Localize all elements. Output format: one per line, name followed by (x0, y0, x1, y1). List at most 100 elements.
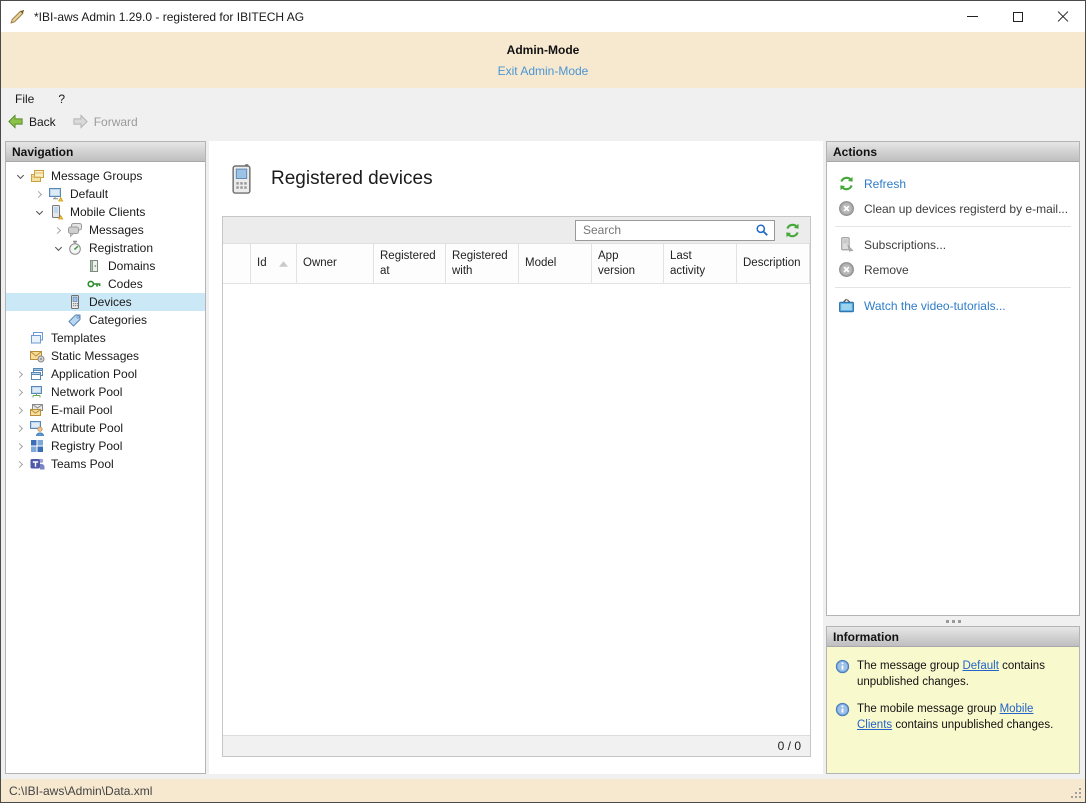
information-list: The message group Default contains unpub… (827, 647, 1079, 773)
back-button[interactable]: Back (7, 113, 56, 130)
minimize-button[interactable] (950, 1, 995, 32)
column-header-registered-at[interactable]: Registered at (374, 244, 446, 283)
application-pool-icon (29, 366, 45, 382)
info-icon (835, 702, 850, 717)
tree-item-domains[interactable]: Domains (6, 257, 205, 275)
tree-item-label: Mobile Clients (70, 205, 145, 219)
tree-item-templates[interactable]: Templates (6, 329, 205, 347)
tree-item-label: Default (70, 187, 108, 201)
expander-collapsed-icon[interactable] (12, 420, 29, 436)
menu-file[interactable]: File (15, 92, 34, 106)
registry-pool-icon (29, 438, 45, 454)
column-header-description[interactable]: Description (737, 244, 810, 283)
back-label: Back (29, 115, 56, 129)
forward-label: Forward (94, 115, 138, 129)
exit-admin-mode-link[interactable]: Exit Admin-Mode (1, 64, 1085, 78)
tree-item-static-messages[interactable]: Static Messages (6, 347, 205, 365)
expander-collapsed-icon[interactable] (12, 384, 29, 400)
subscriptions-icon (838, 236, 855, 253)
search-input[interactable] (576, 223, 755, 237)
actions-panel-header: Actions (827, 142, 1079, 162)
tree-item-message-groups[interactable]: Message Groups (6, 167, 205, 185)
video-tutorials-icon (838, 297, 855, 314)
tree-item-label: Network Pool (51, 385, 122, 399)
tree-item-application-pool[interactable]: Application Pool (6, 365, 205, 383)
expander-collapsed-icon[interactable] (50, 222, 67, 238)
tree-item-label: Static Messages (51, 349, 139, 363)
column-header-model[interactable]: Model (519, 244, 592, 283)
back-arrow-icon (7, 113, 24, 130)
information-item: The message group Default contains unpub… (835, 658, 1071, 690)
tree-item-registry-pool[interactable]: Registry Pool (6, 437, 205, 455)
remove-circle-icon (838, 200, 855, 217)
right-column: Actions RefreshClean up devices register… (826, 141, 1080, 774)
network-pool-icon (29, 384, 45, 400)
attribute-pool-icon (29, 420, 45, 436)
refresh-icon[interactable] (784, 222, 801, 239)
action-label: Watch the video-tutorials... (864, 299, 1006, 313)
table-toolbar (223, 217, 810, 244)
column-header-last-activity[interactable]: Last activity (664, 244, 737, 283)
title-bar: *IBI-aws Admin 1.29.0 - registered for I… (1, 1, 1085, 32)
search-icon[interactable] (755, 223, 769, 237)
column-header-app-version[interactable]: App version (592, 244, 664, 283)
close-button[interactable] (1040, 1, 1085, 32)
expander-collapsed-icon[interactable] (12, 438, 29, 454)
actions-list: RefreshClean up devices registerd by e-m… (827, 162, 1079, 318)
tree-item-registration[interactable]: Registration (6, 239, 205, 257)
column-header-id[interactable]: Id (251, 244, 297, 283)
sort-ascending-icon (279, 261, 288, 267)
page-header: Registered devices (209, 141, 823, 203)
information-link-default[interactable]: Default (962, 660, 998, 672)
column-header-registered-with[interactable]: Registered with (446, 244, 519, 283)
information-panel-header: Information (827, 627, 1079, 647)
tree-item-e-mail-pool[interactable]: E-mail Pool (6, 401, 205, 419)
column-header-owner[interactable]: Owner (297, 244, 374, 283)
email-pool-icon (29, 402, 45, 418)
tree-item-network-pool[interactable]: Network Pool (6, 383, 205, 401)
action-label: Remove (864, 263, 909, 277)
mobile-device-icon (229, 163, 254, 195)
table-body-empty (223, 284, 810, 735)
resize-grip-icon[interactable] (1070, 787, 1083, 800)
expander-expanded-icon[interactable] (31, 204, 48, 220)
actions-panel: Actions RefreshClean up devices register… (826, 141, 1080, 616)
maximize-button[interactable] (995, 1, 1040, 32)
information-link-mobile-clients[interactable]: Mobile Clients (857, 703, 1033, 731)
tree-item-label: Registration (89, 241, 153, 255)
minimize-icon (967, 16, 978, 17)
page-title: Registered devices (271, 168, 433, 190)
expander-placeholder (69, 258, 86, 274)
expander-expanded-icon[interactable] (12, 168, 29, 184)
expander-expanded-icon[interactable] (50, 240, 67, 256)
templates-icon (29, 330, 45, 346)
tree-item-attribute-pool[interactable]: Attribute Pool (6, 419, 205, 437)
expander-collapsed-icon[interactable] (12, 366, 29, 382)
action-watch-the-video-tutorials[interactable]: Watch the video-tutorials... (827, 293, 1079, 318)
codes-icon (86, 276, 102, 292)
action-remove: Remove (827, 257, 1079, 282)
column-header-selector[interactable] (223, 244, 251, 283)
tree-item-default[interactable]: Default (6, 185, 205, 203)
information-item: The mobile message group Mobile Clients … (835, 701, 1071, 733)
tree-item-devices[interactable]: Devices (6, 293, 205, 311)
expander-collapsed-icon[interactable] (12, 402, 29, 418)
domains-icon (86, 258, 102, 274)
window-title: *IBI-aws Admin 1.29.0 - registered for I… (34, 10, 950, 24)
menu-help[interactable]: ? (58, 92, 65, 106)
tree-item-categories[interactable]: Categories (6, 311, 205, 329)
tree-item-teams-pool[interactable]: Teams Pool (6, 455, 205, 473)
tree-item-mobile-clients[interactable]: Mobile Clients (6, 203, 205, 221)
table-footer-count: 0 / 0 (223, 735, 810, 756)
action-refresh[interactable]: Refresh (827, 171, 1079, 196)
app-window: *IBI-aws Admin 1.29.0 - registered for I… (0, 0, 1086, 803)
table-header-row: IdOwnerRegistered atRegistered withModel… (223, 244, 810, 284)
expander-collapsed-icon[interactable] (31, 186, 48, 202)
tree-item-codes[interactable]: Codes (6, 275, 205, 293)
tree-item-messages[interactable]: Messages (6, 221, 205, 239)
static-messages-icon (29, 348, 45, 364)
forward-button[interactable]: Forward (72, 113, 138, 130)
panel-splitter[interactable] (826, 616, 1080, 626)
forward-arrow-icon (72, 113, 89, 130)
expander-collapsed-icon[interactable] (12, 456, 29, 472)
